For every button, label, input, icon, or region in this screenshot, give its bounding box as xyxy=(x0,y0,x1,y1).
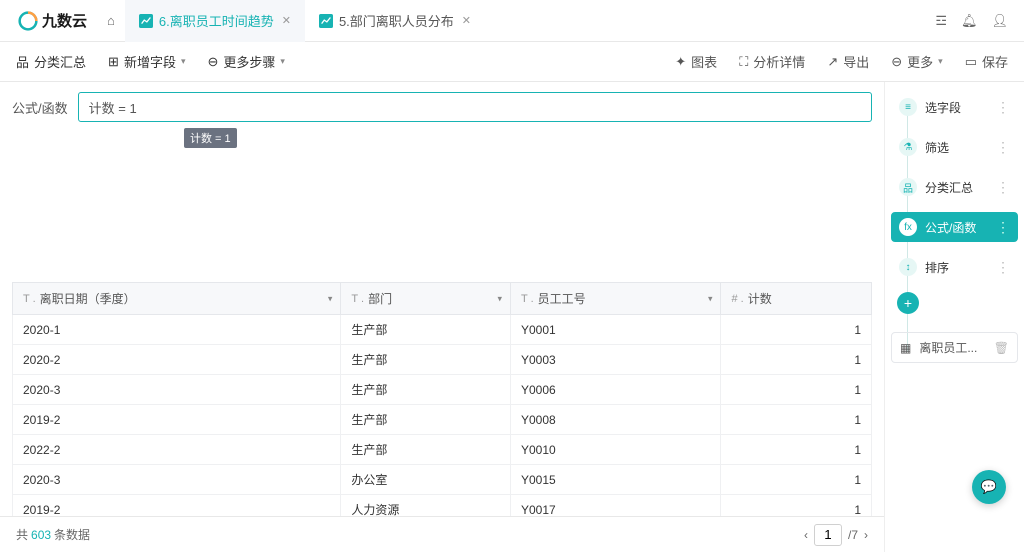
pager-prefix: 共 xyxy=(16,526,28,543)
table-icon: ▦ xyxy=(900,341,911,355)
help-fab[interactable]: 💬 xyxy=(972,470,1006,504)
more-steps-button[interactable]: ⊖更多步骤▾ xyxy=(207,52,284,71)
step-3[interactable]: fx公式/函数⋮ xyxy=(891,212,1018,242)
add-field-button[interactable]: ⊞新增字段▾ xyxy=(108,52,185,71)
close-icon[interactable]: ✕ xyxy=(462,14,471,27)
col-header-1[interactable]: T .部门▾ xyxy=(341,283,511,315)
tab-0[interactable]: 6.离职员工时间趋势 ✕ xyxy=(125,0,305,42)
table-row[interactable]: 2020-1生产部Y00011 xyxy=(13,315,872,345)
table-row[interactable]: 2019-2生产部Y00081 xyxy=(13,405,872,435)
close-icon[interactable]: ✕ xyxy=(282,14,291,27)
home-icon[interactable]: ⌂ xyxy=(97,5,125,36)
list-icon[interactable]: ☲ xyxy=(935,13,947,29)
tab-0-label: 6.离职员工时间趋势 xyxy=(159,11,274,30)
pager-suffix: 条数据 xyxy=(54,526,90,543)
table-row[interactable]: 2019-2人力资源Y00171 xyxy=(13,495,872,517)
tab-1-label: 5.部门离职人员分布 xyxy=(339,11,454,30)
tab-1[interactable]: 5.部门离职人员分布 ✕ xyxy=(305,0,485,42)
add-step-button[interactable]: + xyxy=(897,292,919,314)
step-0[interactable]: ≡选字段⋮ xyxy=(891,92,1018,122)
brand-name: 九数云 xyxy=(42,10,87,31)
table-row[interactable]: 2020-3生产部Y00061 xyxy=(13,375,872,405)
chart-button[interactable]: ✦图表 xyxy=(675,52,717,71)
pager-page-input[interactable] xyxy=(814,524,842,546)
table-row[interactable]: 2020-2生产部Y00031 xyxy=(13,345,872,375)
data-table: T .离职日期（季度）▾T .部门▾T .员工工号▾# .计数 2020-1生产… xyxy=(12,282,872,516)
pager-prev[interactable]: ‹ xyxy=(804,528,808,542)
export-button[interactable]: ↗导出 xyxy=(827,52,869,71)
table-row[interactable]: 2020-3办公室Y00151 xyxy=(13,465,872,495)
pager-total: /7 xyxy=(848,528,858,542)
brand-logo: 九数云 xyxy=(8,10,97,31)
col-header-3[interactable]: # .计数 xyxy=(721,283,872,315)
formula-input[interactable]: 计数 = 1 xyxy=(78,92,872,122)
delete-icon[interactable]: 🗑 xyxy=(994,341,1009,355)
user-icon[interactable]: 👤︎ xyxy=(991,13,1008,29)
chart-icon xyxy=(319,14,333,28)
pager-next[interactable]: › xyxy=(864,528,868,542)
output-node[interactable]: ▦ 离职员工... 🗑 xyxy=(891,332,1018,363)
chart-icon xyxy=(139,14,153,28)
step-1[interactable]: ⚗筛选⋮ xyxy=(891,132,1018,162)
formula-tooltip: 计数 = 1 xyxy=(184,128,237,148)
save-button[interactable]: ▭保存 xyxy=(965,52,1008,71)
step-4[interactable]: ↕排序⋮ xyxy=(891,252,1018,282)
more-button[interactable]: ⊖更多▾ xyxy=(891,52,942,71)
col-header-2[interactable]: T .员工工号▾ xyxy=(511,283,721,315)
bell-icon[interactable]: 🔔︎ xyxy=(961,13,978,29)
formula-label: 公式/函数 xyxy=(12,98,68,117)
col-header-0[interactable]: T .离职日期（季度）▾ xyxy=(13,283,341,315)
group-button[interactable]: 品分类汇总 xyxy=(16,52,86,71)
step-2[interactable]: 品分类汇总⋮ xyxy=(891,172,1018,202)
table-row[interactable]: 2022-2生产部Y00101 xyxy=(13,435,872,465)
pager-count: 603 xyxy=(31,528,51,542)
analysis-button[interactable]: ⛶分析详情 xyxy=(739,52,805,71)
